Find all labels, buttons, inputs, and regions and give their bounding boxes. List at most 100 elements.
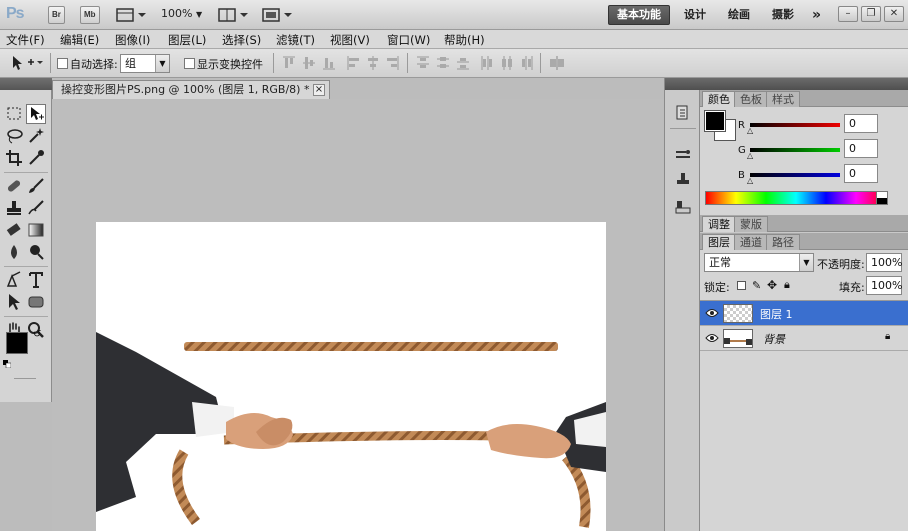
blend-mode-select[interactable]: 正常 ▼ (704, 253, 814, 272)
workspace-essentials[interactable]: 基本功能 (608, 5, 670, 25)
green-slider-thumb[interactable]: △ (747, 151, 753, 160)
red-slider[interactable] (750, 123, 840, 127)
color-spectrum-bar[interactable] (705, 191, 887, 205)
align-right-edges-button[interactable] (386, 55, 400, 71)
tools-panel-header[interactable] (0, 78, 52, 90)
tab-swatches[interactable]: 色板 (734, 91, 768, 107)
image-canvas[interactable] (96, 222, 606, 531)
shape-tool[interactable] (26, 292, 46, 312)
tab-styles[interactable]: 样式 (766, 91, 800, 107)
gradient-tool[interactable] (26, 220, 46, 240)
tool-presets-button[interactable] (674, 198, 692, 216)
distribute-hcenter-button[interactable] (500, 55, 514, 71)
minimize-icon[interactable]: – (838, 6, 858, 22)
distribute-right-button[interactable] (520, 55, 534, 71)
crop-tool[interactable] (4, 148, 24, 168)
blue-slider-thumb[interactable]: △ (747, 176, 753, 185)
menu-window[interactable]: 窗口(W) (387, 32, 430, 48)
visibility-eye-icon[interactable] (705, 332, 719, 344)
distribute-bottom-button[interactable] (456, 55, 470, 71)
eraser-tool[interactable] (4, 220, 24, 240)
quick-mask-icon[interactable] (14, 378, 36, 379)
menu-layer[interactable]: 图层(L) (168, 32, 206, 48)
tab-layers[interactable]: 图层 (702, 234, 736, 250)
red-value-input[interactable]: 0 (844, 114, 878, 133)
layer-row-background[interactable]: 背景 🔒︎ (700, 326, 908, 351)
lock-pixels-icon[interactable]: ✎ (752, 279, 761, 292)
distribute-top-button[interactable] (416, 55, 430, 71)
align-top-edges-button[interactable] (282, 55, 296, 71)
tab-paths[interactable]: 路径 (766, 234, 800, 250)
mini-bridge-button[interactable]: Mb (80, 6, 100, 24)
align-left-edges-button[interactable] (346, 55, 360, 71)
layer-name[interactable]: 图层 1 (760, 306, 793, 322)
tool-preset-picker[interactable] (10, 55, 44, 71)
view-extras-button[interactable] (116, 7, 148, 23)
visibility-eye-icon[interactable] (705, 307, 719, 319)
menu-edit[interactable]: 编辑(E) (60, 32, 99, 48)
show-transform-controls-checkbox[interactable] (184, 58, 195, 69)
tab-adjustments[interactable]: 调整 (702, 216, 736, 232)
restore-icon[interactable]: ❐ (861, 6, 881, 22)
menu-file[interactable]: 文件(F) (6, 32, 45, 48)
panels-header[interactable] (700, 78, 908, 90)
align-vertical-centers-button[interactable] (302, 55, 316, 71)
menu-image[interactable]: 图像(I) (115, 32, 150, 48)
green-slider[interactable] (750, 148, 840, 152)
arrange-documents-button[interactable] (218, 7, 250, 23)
lasso-tool[interactable] (4, 126, 24, 146)
path-selection-tool[interactable] (4, 292, 24, 312)
distribute-vcenter-button[interactable] (436, 55, 450, 71)
pen-tool[interactable] (4, 270, 24, 290)
auto-select-target-select[interactable]: 组 ▼ (120, 54, 170, 73)
green-value-input[interactable]: 0 (844, 139, 878, 158)
document-tab[interactable]: 操控变形图片PS.png @ 100% (图层 1, RGB/8) * × (52, 80, 330, 99)
blue-slider[interactable] (750, 173, 840, 177)
distribute-left-button[interactable] (480, 55, 494, 71)
tab-masks[interactable]: 蒙版 (734, 216, 768, 232)
type-tool[interactable] (26, 270, 46, 290)
menu-filter[interactable]: 滤镜(T) (276, 32, 315, 48)
dock-header[interactable] (665, 78, 700, 90)
history-panel-button[interactable] (674, 104, 692, 122)
align-horizontal-centers-button[interactable] (366, 55, 380, 71)
foreground-color-box[interactable] (704, 110, 726, 132)
dodge-tool[interactable] (26, 242, 46, 262)
black-white-ramp[interactable] (876, 191, 888, 205)
close-tab-icon[interactable]: × (313, 84, 325, 96)
layer-row-layer1[interactable]: 图层 1 (700, 301, 908, 326)
workspace-photography[interactable]: 摄影 (764, 5, 802, 25)
brush-tool[interactable] (26, 176, 46, 196)
blur-tool[interactable] (4, 242, 24, 262)
move-tool[interactable] (26, 104, 46, 124)
workspace-design[interactable]: 设计 (676, 5, 714, 25)
menu-help[interactable]: 帮助(H) (444, 32, 485, 48)
tab-color[interactable]: 颜色 (702, 91, 736, 107)
history-brush-tool[interactable] (26, 198, 46, 218)
close-window-icon[interactable]: ✕ (884, 6, 904, 22)
more-workspaces-button[interactable]: » (804, 5, 829, 25)
lock-all-icon[interactable]: 🔒︎ (784, 278, 790, 292)
workspace-painting[interactable]: 绘画 (720, 5, 758, 25)
default-colors-icon[interactable] (3, 360, 11, 368)
clone-source-button[interactable] (674, 171, 692, 189)
layer-name[interactable]: 背景 (763, 331, 785, 347)
tab-channels[interactable]: 通道 (734, 234, 768, 250)
red-slider-thumb[interactable]: △ (747, 126, 753, 135)
align-bottom-edges-button[interactable] (322, 55, 336, 71)
lock-position-icon[interactable]: ✥ (767, 278, 777, 292)
marquee-tool[interactable] (4, 104, 24, 124)
opacity-input[interactable]: 100% (866, 253, 902, 272)
foreground-color-swatch[interactable] (6, 332, 28, 354)
brush-presets-button[interactable] (674, 146, 692, 164)
fill-input[interactable]: 100% (866, 276, 902, 295)
swap-colors-icon[interactable]: ↺ (33, 329, 41, 340)
eyedropper-tool[interactable] (26, 148, 46, 168)
screen-mode-button[interactable] (262, 7, 294, 23)
bridge-button[interactable]: Br (48, 6, 65, 24)
lock-transparent-icon[interactable] (737, 281, 746, 290)
auto-select-checkbox[interactable] (57, 58, 68, 69)
quick-selection-tool[interactable] (26, 126, 46, 146)
clone-stamp-tool[interactable] (4, 198, 24, 218)
zoom-level-dropdown[interactable]: 100% ▼ (161, 7, 202, 20)
